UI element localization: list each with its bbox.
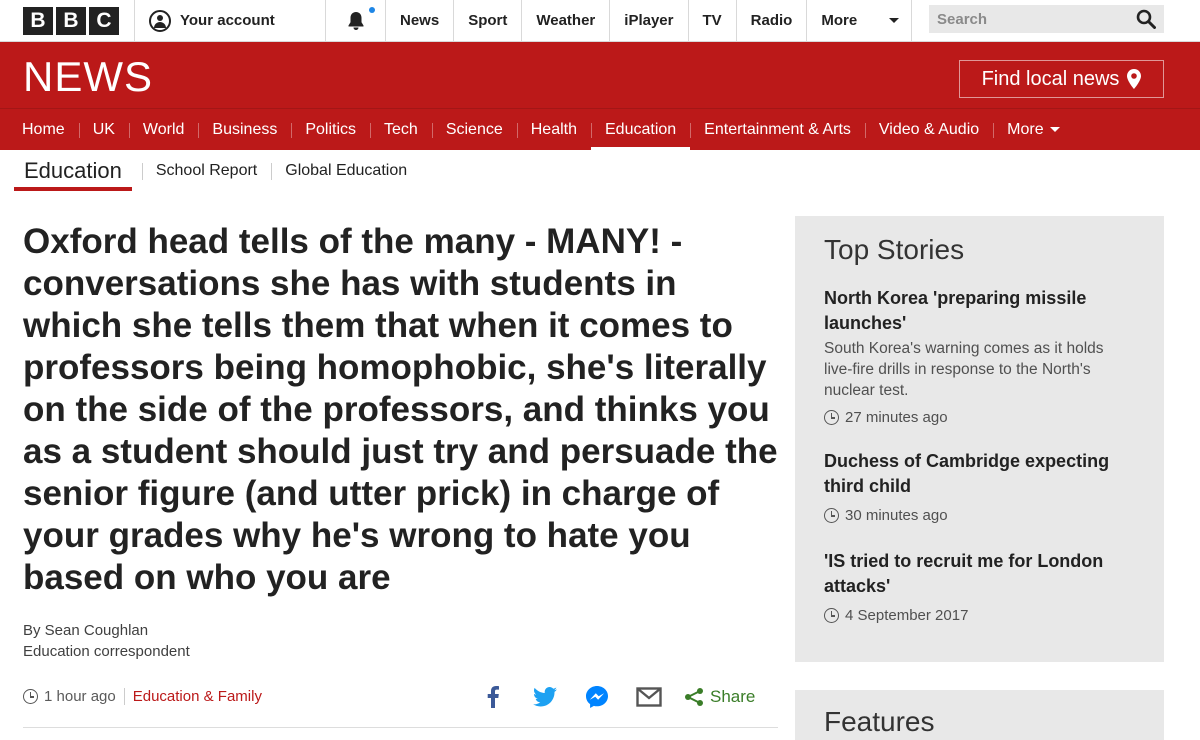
share-icon — [685, 688, 703, 706]
location-pin-icon — [1127, 69, 1142, 89]
section-nav-health[interactable]: Health — [516, 109, 591, 151]
sub-nav: Education School Report Global Education — [0, 150, 1200, 192]
global-nav-links: News Sport Weather iPlayer TV Radio More — [386, 0, 913, 41]
top-stories-panel: Top Stories North Korea 'preparing missi… — [795, 216, 1164, 662]
share-facebook-button[interactable] — [480, 684, 506, 710]
account-icon — [149, 9, 171, 32]
email-icon — [636, 687, 662, 707]
search-input[interactable] — [937, 10, 1117, 28]
top-story-time-label: 27 minutes ago — [845, 409, 948, 426]
section-nav-politics[interactable]: Politics — [291, 109, 370, 151]
section-nav: Home UK World Business Politics Tech Sci… — [0, 108, 1200, 151]
facebook-icon — [487, 686, 499, 708]
section-nav-home[interactable]: Home — [8, 109, 79, 151]
global-nav-bar: B B C Your account News Sport Weather iP… — [0, 0, 1200, 42]
global-nav-weather[interactable]: Weather — [522, 0, 611, 41]
top-story-timestamp: 4 September 2017 — [824, 607, 1136, 624]
clock-icon — [824, 410, 839, 425]
global-nav-more-button[interactable]: More — [807, 0, 913, 41]
twitter-icon — [533, 687, 557, 707]
top-story-time-label: 4 September 2017 — [845, 607, 969, 624]
sub-nav-title[interactable]: Education — [14, 151, 132, 191]
global-nav-iplayer[interactable]: iPlayer — [610, 0, 689, 41]
sub-nav-global-education[interactable]: Global Education — [271, 162, 421, 180]
search-box — [929, 5, 1164, 33]
section-nav-world[interactable]: World — [128, 109, 199, 151]
share-label: Share — [710, 687, 756, 706]
chevron-down-icon — [1049, 127, 1060, 132]
section-nav-uk[interactable]: UK — [78, 109, 129, 151]
top-story-timestamp: 30 minutes ago — [824, 507, 1136, 524]
top-story-headline[interactable]: North Korea 'preparing missile launches' — [824, 286, 1136, 336]
bbc-logo-letter: C — [89, 6, 119, 35]
share-tools: Share — [480, 684, 755, 710]
section-nav-education[interactable]: Education — [591, 109, 691, 151]
article-meta: 1 hour ago Education & Family — [23, 688, 262, 705]
messenger-icon — [586, 686, 608, 708]
section-nav-video-audio[interactable]: Video & Audio — [864, 109, 993, 151]
global-nav-more-label: More — [821, 12, 858, 29]
features-panel: Features — [795, 690, 1164, 740]
top-story-timestamp: 27 minutes ago — [824, 409, 1136, 426]
chevron-down-icon — [889, 18, 900, 23]
news-logo[interactable]: NEWS — [23, 53, 153, 101]
global-nav-radio[interactable]: Radio — [737, 0, 808, 41]
section-nav-science[interactable]: Science — [431, 109, 517, 151]
top-story-item[interactable]: Duchess of Cambridge expecting third chi… — [824, 449, 1136, 524]
share-messenger-button[interactable] — [584, 684, 610, 710]
section-nav-more-button[interactable]: More — [993, 109, 1073, 151]
author-role: Education correspondent — [23, 643, 190, 660]
share-twitter-button[interactable] — [532, 684, 558, 710]
global-nav-news[interactable]: News — [386, 0, 455, 41]
top-story-item[interactable]: 'IS tried to recruit me for London attac… — [824, 549, 1136, 624]
notifications-button[interactable] — [326, 0, 386, 41]
bbc-logo-letter: B — [56, 6, 86, 35]
byline: By Sean Coughlan Education correspondent — [23, 620, 190, 662]
global-nav-tv[interactable]: TV — [689, 0, 737, 41]
share-button[interactable]: Share — [684, 687, 755, 707]
section-nav-business[interactable]: Business — [198, 109, 291, 151]
notification-dot — [369, 7, 375, 13]
article-divider — [23, 727, 778, 728]
search-icon[interactable] — [1136, 9, 1156, 29]
bell-icon — [348, 11, 363, 30]
top-story-headline[interactable]: Duchess of Cambridge expecting third chi… — [824, 449, 1136, 499]
top-story-headline[interactable]: 'IS tried to recruit me for London attac… — [824, 549, 1136, 599]
your-account-link[interactable]: Your account — [134, 0, 326, 41]
author-name[interactable]: By Sean Coughlan — [23, 620, 190, 641]
top-story-item[interactable]: North Korea 'preparing missile launches'… — [824, 286, 1136, 426]
article-headline: Oxford head tells of the many - MANY! - … — [23, 222, 778, 597]
your-account-label: Your account — [180, 12, 275, 29]
clock-icon — [824, 508, 839, 523]
clock-icon — [824, 608, 839, 623]
section-nav-entertainment-arts[interactable]: Entertainment & Arts — [690, 109, 865, 151]
share-email-button[interactable] — [636, 684, 662, 710]
top-story-time-label: 30 minutes ago — [845, 507, 948, 524]
top-story-summary: South Korea's warning comes as it holds … — [824, 340, 1104, 399]
news-masthead: NEWS Find local news — [0, 42, 1200, 108]
sub-nav-school-report[interactable]: School Report — [141, 162, 271, 180]
find-local-news-label: Find local news — [981, 67, 1120, 90]
global-nav-sport[interactable]: Sport — [454, 0, 523, 41]
top-stories-title: Top Stories — [824, 234, 965, 265]
bbc-logo[interactable]: B B C — [0, 0, 134, 41]
clock-icon — [23, 689, 38, 704]
article-category-link[interactable]: Education & Family — [125, 688, 262, 705]
section-nav-tech[interactable]: Tech — [370, 109, 432, 151]
article-timestamp: 1 hour ago — [44, 688, 125, 705]
section-nav-more-label: More — [1007, 120, 1044, 138]
features-title: Features — [824, 706, 935, 737]
bbc-logo-letter: B — [23, 6, 53, 35]
find-local-news-button[interactable]: Find local news — [959, 60, 1164, 98]
